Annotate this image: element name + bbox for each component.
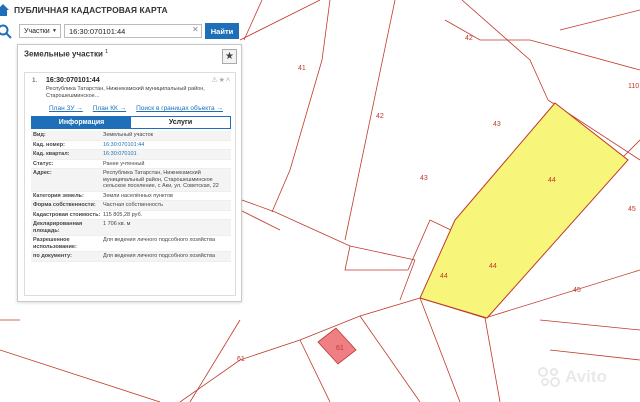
info-key: Категория земель:: [33, 192, 84, 199]
info-value: 115 805,28 руб.: [103, 211, 143, 218]
star-icon: ★: [225, 51, 234, 62]
object-type-select[interactable]: Участки ▼: [19, 24, 61, 38]
info-value: Ранее учтенный: [103, 160, 145, 167]
plan-kk-link[interactable]: План КК →: [93, 105, 126, 112]
info-key: Вид:: [33, 132, 46, 138]
info-row: Разрешенное использование: Для ведения ли…: [31, 236, 231, 252]
info-row: Кадастровая стоимость: 115 805,28 руб.: [31, 211, 231, 220]
info-row: Декларированная площадь: 1 706 кв. м: [31, 220, 231, 236]
parcel-label: 61: [336, 345, 344, 352]
info-row: Вид: Земельный участок: [31, 131, 231, 141]
parcel-label: 61: [237, 356, 245, 363]
parcel-label: 44: [440, 273, 448, 280]
info-key: Форма собственности:: [33, 202, 96, 208]
info-value: Для ведения личного подсобного хозяйства: [103, 253, 215, 259]
info-key: Декларированная площадь:: [33, 221, 83, 234]
search-bar: Участки ▼ ✕ Найти: [0, 22, 240, 42]
star-icon[interactable]: ★: [219, 77, 226, 84]
parcel-label: 43: [493, 121, 501, 128]
info-key: Кад. номер:: [33, 141, 65, 148]
results-panel: Земельные участки 1 ★ 1. 16:30:070101:44…: [17, 44, 242, 302]
info-row: по документу: Для ведения личного подсобн…: [31, 252, 231, 262]
info-key: Разрешенное использование:: [33, 237, 77, 250]
result-card: 1. 16:30:070101:44 ⚠★˄ Республика Татарс…: [24, 72, 236, 296]
info-key: Кад. квартал:: [33, 151, 70, 157]
result-cadastral-number[interactable]: 16:30:070101:44: [46, 77, 100, 84]
result-address: Республика Татарстан, Нижнекамский муниц…: [46, 86, 205, 99]
chevron-down-icon: ▼: [52, 28, 57, 34]
collapse-icon[interactable]: ˄: [226, 77, 231, 84]
plan-zu-link[interactable]: План ЗУ →: [49, 105, 83, 112]
result-tabs: Информация Услуги: [31, 116, 231, 129]
info-value: Для ведения личного подсобного хозяйства: [103, 237, 215, 243]
app-header: ПУБЛИЧНАЯ КАДАСТРОВАЯ КАРТА: [0, 0, 168, 20]
object-type-label: Участки: [24, 27, 50, 35]
parcel-label: 43: [420, 175, 428, 182]
info-value: 1 706 кв. м: [103, 221, 131, 227]
parcel-label: 44: [489, 263, 497, 270]
search-in-bounds-link[interactable]: Поиск в границах объекта →: [136, 105, 223, 112]
info-key: Кадастровая стоимость:: [33, 211, 101, 218]
search-input[interactable]: [64, 24, 202, 38]
result-action-icons[interactable]: ⚠★˄: [211, 76, 231, 84]
info-row: Категория земель: Земли населённых пункто…: [31, 192, 231, 201]
avito-watermark: Avito: [536, 366, 607, 388]
info-row: Форма собственности: Частная собственност…: [31, 201, 231, 211]
result-index: 1.: [32, 77, 38, 84]
info-row: Адрес: Республика Татарстан, Нижнекамский…: [31, 169, 231, 192]
avito-logo-icon: [538, 367, 560, 387]
cadastral-number-link[interactable]: 16:30:070101:44: [103, 142, 231, 149]
tab-services[interactable]: Услуги: [131, 117, 230, 128]
panel-title: Земельные участки 1: [24, 49, 108, 59]
info-value: Частная собственность: [103, 202, 164, 208]
info-value: Земли населённых пунктов: [103, 192, 173, 199]
parcel-label: 110: [628, 83, 639, 90]
app-title: ПУБЛИЧНАЯ КАДАСТРОВАЯ КАРТА: [14, 5, 168, 15]
selected-parcel: [419, 102, 629, 319]
result-links: План ЗУ → План КК → Поиск в границах объ…: [49, 105, 223, 112]
clear-icon[interactable]: ✕: [192, 25, 199, 34]
parcel-label: 45: [628, 206, 636, 213]
parcel-label: 42: [465, 35, 473, 42]
cadastral-quarter-link[interactable]: 16:30:070101: [103, 151, 231, 158]
watermark-text: Avito: [565, 367, 607, 386]
info-key: Адрес:: [33, 170, 52, 176]
info-value: Республика Татарстан, Нижнекамский муниц…: [103, 170, 219, 189]
home-icon[interactable]: [0, 3, 10, 17]
info-row: Кад. квартал: 16:30:070101: [31, 150, 231, 160]
search-icon[interactable]: [0, 24, 13, 40]
find-button[interactable]: Найти: [205, 23, 239, 39]
parcel-label: 45: [573, 287, 581, 294]
info-value: Земельный участок: [103, 132, 154, 138]
panel-title-text: Земельные участки: [24, 49, 103, 59]
info-row: Кад. номер: 16:30:070101:44: [31, 141, 231, 150]
warning-icon[interactable]: ⚠: [211, 77, 218, 84]
info-row: Статус: Ранее учтенный: [31, 160, 231, 169]
info-table: Вид: Земельный участок Кад. номер: 16:30:0…: [31, 131, 231, 262]
parcel-label: 44: [548, 177, 556, 184]
info-key: Статус:: [33, 160, 54, 167]
info-key: по документу:: [33, 253, 72, 259]
parcel-label: 41: [298, 65, 306, 72]
parcel-label: 42: [376, 113, 384, 120]
result-count: 1: [105, 49, 109, 55]
tab-information[interactable]: Информация: [32, 117, 131, 128]
favorite-button[interactable]: ★: [222, 49, 237, 64]
